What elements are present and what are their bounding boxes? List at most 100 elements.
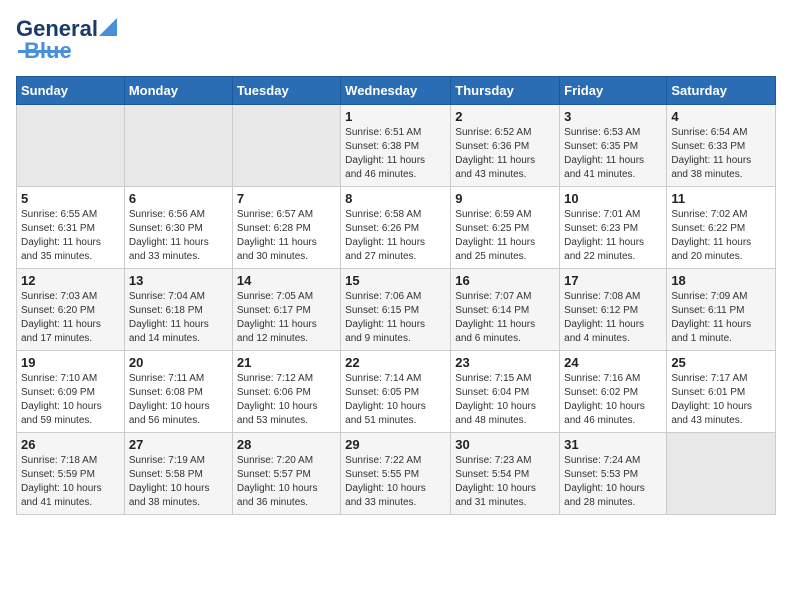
day-number: 4: [671, 109, 771, 124]
day-info: Sunrise: 6:56 AM Sunset: 6:30 PM Dayligh…: [129, 208, 228, 264]
calendar-cell: [232, 105, 340, 187]
day-number: 9: [455, 191, 555, 206]
calendar-week-row: 19 Sunrise: 7:10 AM Sunset: 6:09 PM Dayli…: [17, 351, 776, 433]
day-number: 11: [671, 191, 771, 206]
day-number: 19: [21, 355, 120, 370]
calendar-cell: 1 Sunrise: 6:51 AM Sunset: 6:38 PM Daylig…: [341, 105, 451, 187]
calendar-cell: 4 Sunrise: 6:54 AM Sunset: 6:33 PM Daylig…: [667, 105, 776, 187]
calendar-cell: 13Sunrise: 7:04 AM Sunset: 6:18 PM Dayli…: [124, 269, 232, 351]
calendar-week-row: 1 Sunrise: 6:51 AM Sunset: 6:38 PM Daylig…: [17, 105, 776, 187]
calendar-cell: 17 Sunrise: 7:08 AM Sunset: 6:12 PM Dayli…: [560, 269, 667, 351]
header-thursday: Thursday: [451, 77, 560, 105]
day-number: 23: [455, 355, 555, 370]
day-number: 31: [564, 437, 662, 452]
day-info: Sunrise: 6:54 AM Sunset: 6:33 PM Dayligh…: [671, 126, 771, 182]
calendar-cell: 7 Sunrise: 6:57 AM Sunset: 6:28 PM Daylig…: [232, 187, 340, 269]
calendar-cell: 18 Sunrise: 7:09 AM Sunset: 6:11 PM Dayli…: [667, 269, 776, 351]
day-number: 15: [345, 273, 446, 288]
day-number: 10: [564, 191, 662, 206]
day-number: 16: [455, 273, 555, 288]
day-info: Sunrise: 7:07 AM Sunset: 6:14 PM Dayligh…: [455, 290, 555, 346]
logo-triangle-icon: [99, 18, 117, 36]
calendar-cell: 11 Sunrise: 7:02 AM Sunset: 6:22 PM Dayli…: [667, 187, 776, 269]
calendar-cell: [124, 105, 232, 187]
calendar-cell: 22 Sunrise: 7:14 AM Sunset: 6:05 PM Dayli…: [341, 351, 451, 433]
day-number: 3: [564, 109, 662, 124]
calendar-cell: 31 Sunrise: 7:24 AM Sunset: 5:53 PM Dayli…: [560, 433, 667, 515]
calendar-cell: 27 Sunrise: 7:19 AM Sunset: 5:58 PM Dayli…: [124, 433, 232, 515]
day-info: Sunrise: 7:09 AM Sunset: 6:11 PM Dayligh…: [671, 290, 771, 346]
day-info: Sunrise: 7:03 AM Sunset: 6:20 PM Dayligh…: [21, 290, 120, 346]
calendar-cell: 30 Sunrise: 7:23 AM Sunset: 5:54 PM Dayli…: [451, 433, 560, 515]
calendar-cell: 3 Sunrise: 6:53 AM Sunset: 6:35 PM Daylig…: [560, 105, 667, 187]
calendar-cell: 8Sunrise: 6:58 AM Sunset: 6:26 PM Daylig…: [341, 187, 451, 269]
day-number: 2: [455, 109, 555, 124]
day-info: Sunrise: 7:08 AM Sunset: 6:12 PM Dayligh…: [564, 290, 662, 346]
day-info: Sunrise: 7:18 AM Sunset: 5:59 PM Dayligh…: [21, 454, 120, 510]
day-number: 7: [237, 191, 336, 206]
day-number: 12: [21, 273, 120, 288]
calendar-cell: [667, 433, 776, 515]
logo: General Blue: [16, 16, 117, 64]
day-number: 6: [129, 191, 228, 206]
day-info: Sunrise: 6:59 AM Sunset: 6:25 PM Dayligh…: [455, 208, 555, 264]
calendar-week-row: 12 Sunrise: 7:03 AM Sunset: 6:20 PM Dayli…: [17, 269, 776, 351]
calendar-cell: 2 Sunrise: 6:52 AM Sunset: 6:36 PM Daylig…: [451, 105, 560, 187]
header-wednesday: Wednesday: [341, 77, 451, 105]
page-header: General Blue: [16, 16, 776, 64]
calendar-cell: 23 Sunrise: 7:15 AM Sunset: 6:04 PM Dayli…: [451, 351, 560, 433]
day-info: Sunrise: 6:55 AM Sunset: 6:31 PM Dayligh…: [21, 208, 120, 264]
day-info: Sunrise: 7:01 AM Sunset: 6:23 PM Dayligh…: [564, 208, 662, 264]
day-number: 28: [237, 437, 336, 452]
day-number: 1: [345, 109, 446, 124]
header-monday: Monday: [124, 77, 232, 105]
day-number: 25: [671, 355, 771, 370]
logo-text-blue: Blue: [24, 38, 72, 64]
header-saturday: Saturday: [667, 77, 776, 105]
calendar-cell: 14Sunrise: 7:05 AM Sunset: 6:17 PM Dayli…: [232, 269, 340, 351]
day-info: Sunrise: 7:23 AM Sunset: 5:54 PM Dayligh…: [455, 454, 555, 510]
calendar-cell: 21Sunrise: 7:12 AM Sunset: 6:06 PM Dayli…: [232, 351, 340, 433]
day-info: Sunrise: 7:10 AM Sunset: 6:09 PM Dayligh…: [21, 372, 120, 428]
day-info: Sunrise: 7:12 AM Sunset: 6:06 PM Dayligh…: [237, 372, 336, 428]
header-sunday: Sunday: [17, 77, 125, 105]
day-number: 30: [455, 437, 555, 452]
calendar-cell: 20 Sunrise: 7:11 AM Sunset: 6:08 PM Dayli…: [124, 351, 232, 433]
calendar-table: SundayMondayTuesdayWednesdayThursdayFrid…: [16, 76, 776, 515]
day-number: 27: [129, 437, 228, 452]
calendar-cell: 10 Sunrise: 7:01 AM Sunset: 6:23 PM Dayli…: [560, 187, 667, 269]
day-info: Sunrise: 7:19 AM Sunset: 5:58 PM Dayligh…: [129, 454, 228, 510]
calendar-week-row: 5 Sunrise: 6:55 AM Sunset: 6:31 PM Daylig…: [17, 187, 776, 269]
day-number: 17: [564, 273, 662, 288]
day-info: Sunrise: 6:52 AM Sunset: 6:36 PM Dayligh…: [455, 126, 555, 182]
header-tuesday: Tuesday: [232, 77, 340, 105]
day-info: Sunrise: 7:14 AM Sunset: 6:05 PM Dayligh…: [345, 372, 446, 428]
day-number: 5: [21, 191, 120, 206]
day-number: 26: [21, 437, 120, 452]
day-info: Sunrise: 7:24 AM Sunset: 5:53 PM Dayligh…: [564, 454, 662, 510]
calendar-header-row: SundayMondayTuesdayWednesdayThursdayFrid…: [17, 77, 776, 105]
day-info: Sunrise: 7:22 AM Sunset: 5:55 PM Dayligh…: [345, 454, 446, 510]
day-number: 22: [345, 355, 446, 370]
day-info: Sunrise: 6:53 AM Sunset: 6:35 PM Dayligh…: [564, 126, 662, 182]
calendar-cell: 19 Sunrise: 7:10 AM Sunset: 6:09 PM Dayli…: [17, 351, 125, 433]
day-number: 20: [129, 355, 228, 370]
header-friday: Friday: [560, 77, 667, 105]
day-info: Sunrise: 7:20 AM Sunset: 5:57 PM Dayligh…: [237, 454, 336, 510]
calendar-cell: [17, 105, 125, 187]
day-info: Sunrise: 7:15 AM Sunset: 6:04 PM Dayligh…: [455, 372, 555, 428]
calendar-cell: 15 Sunrise: 7:06 AM Sunset: 6:15 PM Dayli…: [341, 269, 451, 351]
day-info: Sunrise: 6:51 AM Sunset: 6:38 PM Dayligh…: [345, 126, 446, 182]
calendar-cell: 6 Sunrise: 6:56 AM Sunset: 6:30 PM Daylig…: [124, 187, 232, 269]
calendar-cell: 5 Sunrise: 6:55 AM Sunset: 6:31 PM Daylig…: [17, 187, 125, 269]
day-number: 18: [671, 273, 771, 288]
day-info: Sunrise: 7:02 AM Sunset: 6:22 PM Dayligh…: [671, 208, 771, 264]
day-info: Sunrise: 7:11 AM Sunset: 6:08 PM Dayligh…: [129, 372, 228, 428]
day-info: Sunrise: 7:06 AM Sunset: 6:15 PM Dayligh…: [345, 290, 446, 346]
day-info: Sunrise: 6:57 AM Sunset: 6:28 PM Dayligh…: [237, 208, 336, 264]
day-info: Sunrise: 7:04 AM Sunset: 6:18 PM Dayligh…: [129, 290, 228, 346]
calendar-cell: 29Sunrise: 7:22 AM Sunset: 5:55 PM Dayli…: [341, 433, 451, 515]
day-number: 24: [564, 355, 662, 370]
calendar-cell: 16 Sunrise: 7:07 AM Sunset: 6:14 PM Dayli…: [451, 269, 560, 351]
calendar-cell: 12 Sunrise: 7:03 AM Sunset: 6:20 PM Dayli…: [17, 269, 125, 351]
